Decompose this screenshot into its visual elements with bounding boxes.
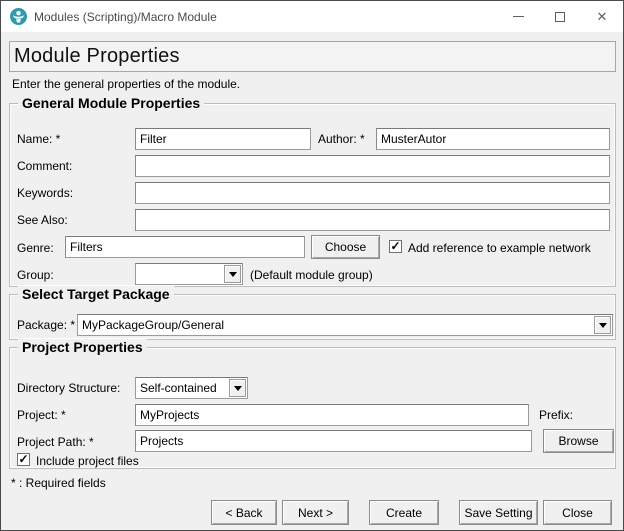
author-label: Author: *: [318, 132, 365, 146]
required-fields-note: * : Required fields: [11, 476, 106, 490]
package-dropdown-value: MyPackageGroup/General: [78, 318, 594, 332]
target-package-group: Select Target Package Package: * MyPacka…: [9, 294, 616, 340]
general-properties-group: General Module Properties Name: * Author…: [9, 103, 616, 287]
include-project-files-checkbox[interactable]: ✓: [17, 453, 30, 466]
genre-label: Genre:: [17, 241, 54, 255]
close-button[interactable]: ✕: [581, 1, 623, 32]
chevron-down-icon[interactable]: [229, 379, 246, 397]
chevron-down-icon[interactable]: [594, 316, 611, 334]
project-path-input[interactable]: [135, 430, 532, 452]
name-label: Name: *: [17, 132, 60, 146]
maximize-icon: [555, 12, 565, 22]
next-button[interactable]: Next >: [282, 500, 349, 525]
triangle-glyph: [229, 272, 237, 277]
check-icon: ✓: [18, 453, 28, 465]
add-reference-label: Add reference to example network: [408, 241, 591, 255]
project-properties-legend: Project Properties: [18, 339, 147, 355]
general-properties-legend: General Module Properties: [18, 95, 204, 111]
page-header: Module Properties: [9, 41, 616, 72]
minimize-button[interactable]: [497, 1, 539, 32]
see-also-label: See Also:: [17, 213, 68, 227]
package-dropdown[interactable]: MyPackageGroup/General: [77, 314, 613, 336]
close-icon: ✕: [597, 10, 608, 23]
include-project-files-label: Include project files: [36, 454, 139, 468]
create-button[interactable]: Create: [369, 500, 439, 525]
triangle-glyph: [234, 386, 242, 391]
close-action-button[interactable]: Close: [543, 500, 612, 525]
module-wizard-dialog: Modules (Scripting)/Macro Module ✕ Modul…: [0, 0, 624, 531]
group-hint: (Default module group): [250, 268, 373, 282]
genre-input[interactable]: [65, 236, 305, 258]
window-title: Modules (Scripting)/Macro Module: [34, 10, 217, 24]
page-subtitle: Enter the general properties of the modu…: [12, 77, 240, 91]
name-input[interactable]: [135, 128, 311, 150]
directory-structure-value: Self-contained: [136, 381, 229, 395]
keywords-input[interactable]: [135, 182, 610, 204]
comment-label: Comment:: [17, 159, 72, 173]
target-package-legend: Select Target Package: [18, 286, 174, 302]
app-logo-icon: [10, 8, 27, 25]
directory-structure-dropdown[interactable]: Self-contained: [135, 377, 248, 399]
see-also-input[interactable]: [135, 209, 610, 231]
project-path-label: Project Path: *: [17, 435, 94, 449]
keywords-label: Keywords:: [17, 186, 73, 200]
package-label: Package: *: [17, 318, 75, 332]
comment-input[interactable]: [135, 155, 610, 177]
choose-button[interactable]: Choose: [311, 235, 380, 259]
page-title: Module Properties: [10, 45, 180, 68]
browse-button[interactable]: Browse: [543, 429, 614, 453]
group-label: Group:: [17, 268, 54, 282]
check-icon: ✓: [390, 240, 400, 252]
triangle-glyph: [599, 323, 607, 328]
project-label: Project: *: [17, 408, 66, 422]
back-button[interactable]: < Back: [211, 500, 277, 525]
titlebar: Modules (Scripting)/Macro Module ✕: [1, 1, 623, 32]
maximize-button[interactable]: [539, 1, 581, 32]
window-controls: ✕: [497, 1, 623, 32]
group-dropdown[interactable]: [135, 263, 243, 285]
save-setting-button[interactable]: Save Setting: [459, 500, 538, 525]
project-input[interactable]: [135, 404, 529, 426]
author-input[interactable]: [376, 128, 610, 150]
chevron-down-icon[interactable]: [224, 265, 241, 283]
add-reference-checkbox[interactable]: ✓: [389, 240, 402, 253]
directory-structure-label: Directory Structure:: [17, 381, 120, 395]
minimize-icon: [513, 16, 524, 17]
project-properties-group: Project Properties Directory Structure: …: [9, 347, 616, 469]
prefix-label: Prefix:: [539, 408, 573, 422]
